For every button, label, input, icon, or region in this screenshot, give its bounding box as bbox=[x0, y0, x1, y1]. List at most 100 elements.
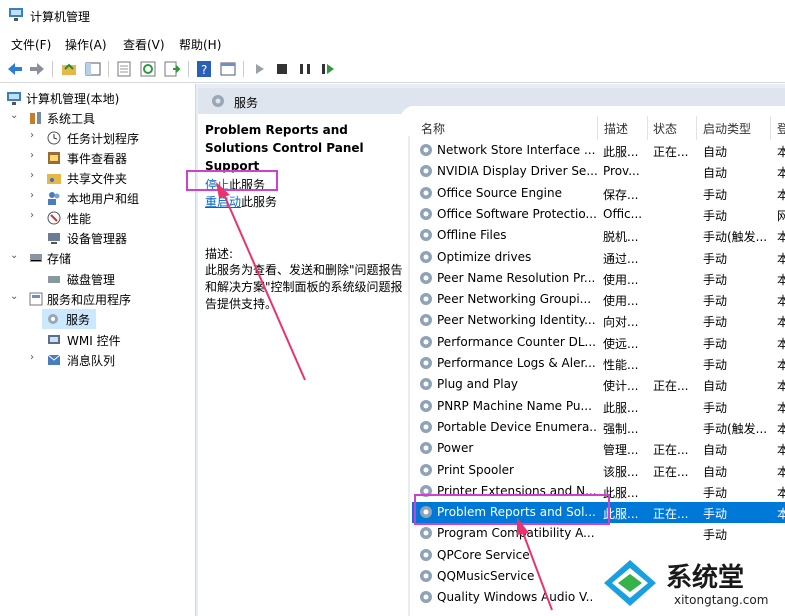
refresh-icon[interactable] bbox=[139, 60, 157, 78]
services-apps-icon bbox=[28, 291, 44, 307]
column-header-logon[interactable]: 登 bbox=[777, 120, 785, 137]
services-header-title: 服务 bbox=[234, 96, 259, 110]
gear-icon bbox=[210, 93, 226, 112]
show-action-pane-icon[interactable] bbox=[219, 60, 237, 78]
tree-performance[interactable]: › 性能 bbox=[30, 208, 194, 228]
start-service-icon[interactable] bbox=[251, 60, 269, 78]
service-row[interactable]: Peer Networking Groupi... 使用... 手动 本 bbox=[412, 289, 785, 310]
menu-action[interactable]: 操作(A) bbox=[65, 36, 107, 53]
annotation-selected-row-box bbox=[414, 494, 610, 525]
tree-task-scheduler[interactable]: › 任务计划程序 bbox=[30, 128, 194, 148]
gear-icon bbox=[418, 355, 434, 371]
up-folder-icon[interactable] bbox=[60, 60, 78, 78]
service-description: 使远... bbox=[603, 336, 639, 351]
restart-service-link[interactable]: 重启动 bbox=[205, 195, 241, 209]
service-logon: 本 bbox=[777, 336, 785, 351]
service-name: Program Compatibility A... bbox=[437, 526, 595, 541]
service-name: QPCore Service bbox=[437, 547, 530, 562]
selected-service-title: Problem Reports and Solutions Control Pa… bbox=[205, 123, 364, 173]
service-description: Offic... bbox=[603, 206, 643, 221]
tree-services[interactable]: 服务 bbox=[42, 309, 96, 329]
gear-icon bbox=[418, 547, 434, 563]
help-icon[interactable]: ? bbox=[195, 60, 213, 78]
tree-services-apps[interactable]: ⌄ 服务和应用程序 bbox=[10, 289, 194, 309]
service-name: Quality Windows Audio V... bbox=[437, 590, 597, 605]
tree-shared-folders[interactable]: › 共享文件夹 bbox=[30, 168, 194, 188]
service-logon: 本 bbox=[777, 358, 785, 372]
service-name: Peer Networking Identity... bbox=[437, 313, 596, 328]
service-row[interactable]: Office Source Engine 保存... 手动 本 bbox=[412, 183, 785, 204]
gear-icon bbox=[418, 227, 434, 243]
service-row[interactable]: Power 管理... 正在... 自动 本 bbox=[412, 438, 785, 459]
service-startup-type: 手动 bbox=[703, 294, 728, 309]
forward-icon[interactable] bbox=[28, 60, 46, 78]
tree-device-manager[interactable]: 设备管理器 bbox=[30, 228, 194, 248]
service-row[interactable]: Network Store Interface ... 此服... 正在... 自动 本 bbox=[412, 140, 785, 161]
chevron-right-icon[interactable]: › bbox=[30, 190, 40, 201]
tree-storage[interactable]: ⌄ 存储 bbox=[10, 248, 194, 268]
service-row[interactable]: Peer Name Resolution Pr... 使用... 手动 本 bbox=[412, 268, 785, 289]
service-description: 向对... bbox=[603, 315, 639, 330]
service-row[interactable]: Performance Logs & Aler... 性能... 手动 本 bbox=[412, 353, 785, 374]
menu-file[interactable]: 文件(F) bbox=[11, 36, 51, 53]
chevron-down-icon[interactable]: ⌄ bbox=[10, 250, 20, 261]
watermark-url: xitongtang.com bbox=[674, 593, 769, 607]
service-row[interactable]: Optimize drives 通过... 手动 本 bbox=[412, 247, 785, 268]
export-list-icon[interactable] bbox=[163, 60, 181, 78]
gear-icon bbox=[418, 589, 434, 605]
service-startup-type: 手动 bbox=[703, 251, 728, 266]
gear-icon bbox=[418, 291, 434, 307]
tree-disk-management[interactable]: 磁盘管理 bbox=[30, 269, 194, 289]
service-startup-type: 手动(触发... bbox=[703, 230, 768, 245]
chevron-right-icon[interactable]: › bbox=[30, 130, 40, 141]
tree-message-queue[interactable]: › 消息队列 bbox=[30, 350, 194, 370]
chevron-right-icon[interactable]: › bbox=[30, 170, 40, 181]
description-label: 描述: bbox=[205, 247, 234, 261]
service-row[interactable]: Portable Device Enumera... 强制... 手动(触发... 本 bbox=[412, 417, 785, 438]
computer-management-icon bbox=[9, 8, 23, 21]
menu-view[interactable]: 查看(V) bbox=[123, 36, 165, 53]
pause-service-icon[interactable] bbox=[296, 60, 314, 78]
service-startup-type: 自动 bbox=[703, 464, 728, 479]
service-name: Power bbox=[437, 441, 474, 456]
service-row[interactable]: Performance Counter DL... 使远... 手动 本 bbox=[412, 332, 785, 353]
tree-root[interactable]: 计算机管理(本地) bbox=[6, 88, 194, 108]
chevron-right-icon[interactable]: › bbox=[30, 352, 40, 363]
gear-icon bbox=[418, 462, 434, 478]
tree-system-tools[interactable]: ⌄ 系统工具 bbox=[10, 108, 194, 128]
menu-help[interactable]: 帮助(H) bbox=[179, 36, 221, 53]
restart-service-icon[interactable] bbox=[319, 60, 337, 78]
column-header-status[interactable]: 状态 bbox=[653, 120, 677, 137]
chevron-down-icon[interactable]: ⌄ bbox=[10, 291, 20, 302]
gear-icon bbox=[418, 163, 434, 179]
tree-event-viewer[interactable]: › 事件查看器 bbox=[30, 148, 194, 168]
show-tree-icon[interactable] bbox=[84, 60, 102, 78]
service-row[interactable]: Program Compatibility A... 手动 bbox=[412, 523, 785, 544]
computer-management-icon bbox=[6, 90, 22, 106]
back-icon[interactable] bbox=[6, 60, 24, 78]
chevron-down-icon[interactable]: ⌄ bbox=[10, 110, 20, 121]
service-row[interactable]: NVIDIA Display Driver Se... Prov... 自动 本 bbox=[412, 161, 785, 182]
properties-icon[interactable] bbox=[115, 60, 133, 78]
chevron-right-icon[interactable]: › bbox=[30, 150, 40, 161]
service-row[interactable]: Office Software Protectio... Offic... 手动 网 bbox=[412, 204, 785, 225]
service-name: Performance Counter DL... bbox=[437, 334, 596, 349]
column-header-startup-type[interactable]: 启动类型 bbox=[703, 120, 751, 137]
service-row[interactable]: Peer Networking Identity... 向对... 手动 本 bbox=[412, 310, 785, 331]
service-name: Offline Files bbox=[437, 228, 507, 243]
chevron-right-icon[interactable]: › bbox=[30, 210, 40, 221]
stop-service-icon[interactable] bbox=[273, 60, 291, 78]
service-startup-type: 手动 bbox=[703, 187, 728, 202]
service-row[interactable]: Print Spooler 该服... 正在... 自动 本 bbox=[412, 460, 785, 481]
service-startup-type: 手动 bbox=[703, 485, 728, 500]
column-header-name[interactable]: 名称 bbox=[421, 120, 445, 137]
service-row[interactable]: Offline Files 脱机... 手动(触发... 本 bbox=[412, 225, 785, 246]
column-header-description[interactable]: 描述 bbox=[604, 120, 628, 137]
service-description: 该服... bbox=[603, 464, 639, 479]
service-row[interactable]: Plug and Play 使计... 正在... 自动 本 bbox=[412, 374, 785, 395]
title-bar: 计算机管理 bbox=[0, 0, 785, 30]
service-row[interactable]: PNRP Machine Name Pu... 此服... 手动 本 bbox=[412, 396, 785, 417]
tree-wmi[interactable]: WMI 控件 bbox=[30, 330, 194, 350]
tree-local-users[interactable]: › 本地用户和组 bbox=[30, 188, 194, 208]
service-logon: 本 bbox=[777, 187, 785, 202]
